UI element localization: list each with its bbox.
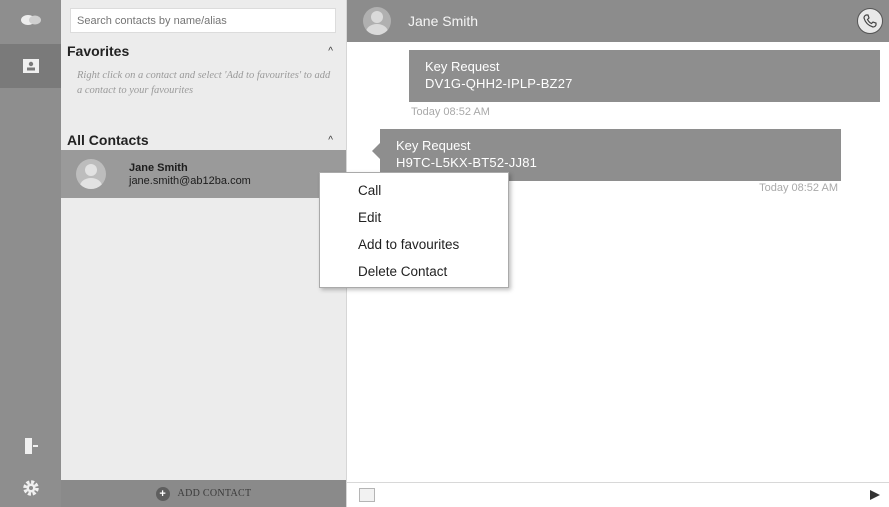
phone-icon <box>863 14 877 28</box>
add-contact-label: ADD CONTACT <box>177 488 252 499</box>
message-bubble: Key Request DV1G-QHH2-IPLP-BZ27 <box>409 50 880 102</box>
contact-context-menu: Call Edit Add to favourites Delete Conta… <box>319 172 509 288</box>
message-code: H9TC-L5KX-BT52-JJ81 <box>396 155 538 170</box>
menu-item-call[interactable]: Call <box>320 177 508 204</box>
send-button[interactable] <box>867 487 883 503</box>
message-code: DV1G-QHH2-IPLP-BZ27 <box>425 76 573 91</box>
send-arrow-icon <box>870 490 880 500</box>
settings-button[interactable] <box>0 468 61 507</box>
chat-header: Jane Smith <box>347 0 889 42</box>
message-title: Key Request <box>396 138 471 153</box>
menu-item-add-favourite[interactable]: Add to favourites <box>320 231 508 258</box>
plus-icon: + <box>155 486 170 501</box>
collapse-caret-icon[interactable]: ^ <box>328 135 339 146</box>
logout-button[interactable] <box>0 426 61 466</box>
message-title: Key Request <box>425 59 500 74</box>
contacts-panel: Favorites ^ Right click on a contact and… <box>61 0 347 507</box>
contacts-card-icon <box>22 59 39 73</box>
logout-icon <box>24 438 38 454</box>
chat-title: Jane Smith <box>408 13 479 29</box>
call-button[interactable] <box>857 8 883 34</box>
all-contacts-title: All Contacts <box>67 132 149 148</box>
gear-icon <box>22 479 39 496</box>
message-timestamp: Today 08:52 AM <box>411 106 490 118</box>
all-contacts-header[interactable]: All Contacts ^ <box>67 130 339 150</box>
chat-bubbles-icon <box>20 15 41 25</box>
message-input-bar[interactable] <box>347 482 889 507</box>
contact-name: Jane Smith <box>129 161 188 174</box>
contacts-nav-button[interactable] <box>0 44 61 88</box>
add-contact-button[interactable]: + ADD CONTACT <box>61 480 346 507</box>
chats-nav-button[interactable] <box>0 0 61 40</box>
search-input[interactable] <box>70 8 336 33</box>
message-timestamp: Today 08:52 AM <box>759 182 838 194</box>
favorites-hint: Right click on a contact and select 'Add… <box>77 70 331 96</box>
avatar <box>363 7 391 35</box>
menu-item-edit[interactable]: Edit <box>320 204 508 231</box>
navigation-rail <box>0 0 61 507</box>
contact-item[interactable]: Jane Smith jane.smith@ab12ba.com <box>61 150 346 198</box>
contact-email: jane.smith@ab12ba.com <box>129 174 251 187</box>
favorites-title: Favorites <box>67 43 130 59</box>
favorites-header[interactable]: Favorites ^ <box>67 41 339 61</box>
avatar <box>76 159 106 189</box>
collapse-caret-icon[interactable]: ^ <box>328 46 339 57</box>
menu-item-delete-contact[interactable]: Delete Contact <box>320 258 508 285</box>
image-icon[interactable] <box>359 488 375 502</box>
